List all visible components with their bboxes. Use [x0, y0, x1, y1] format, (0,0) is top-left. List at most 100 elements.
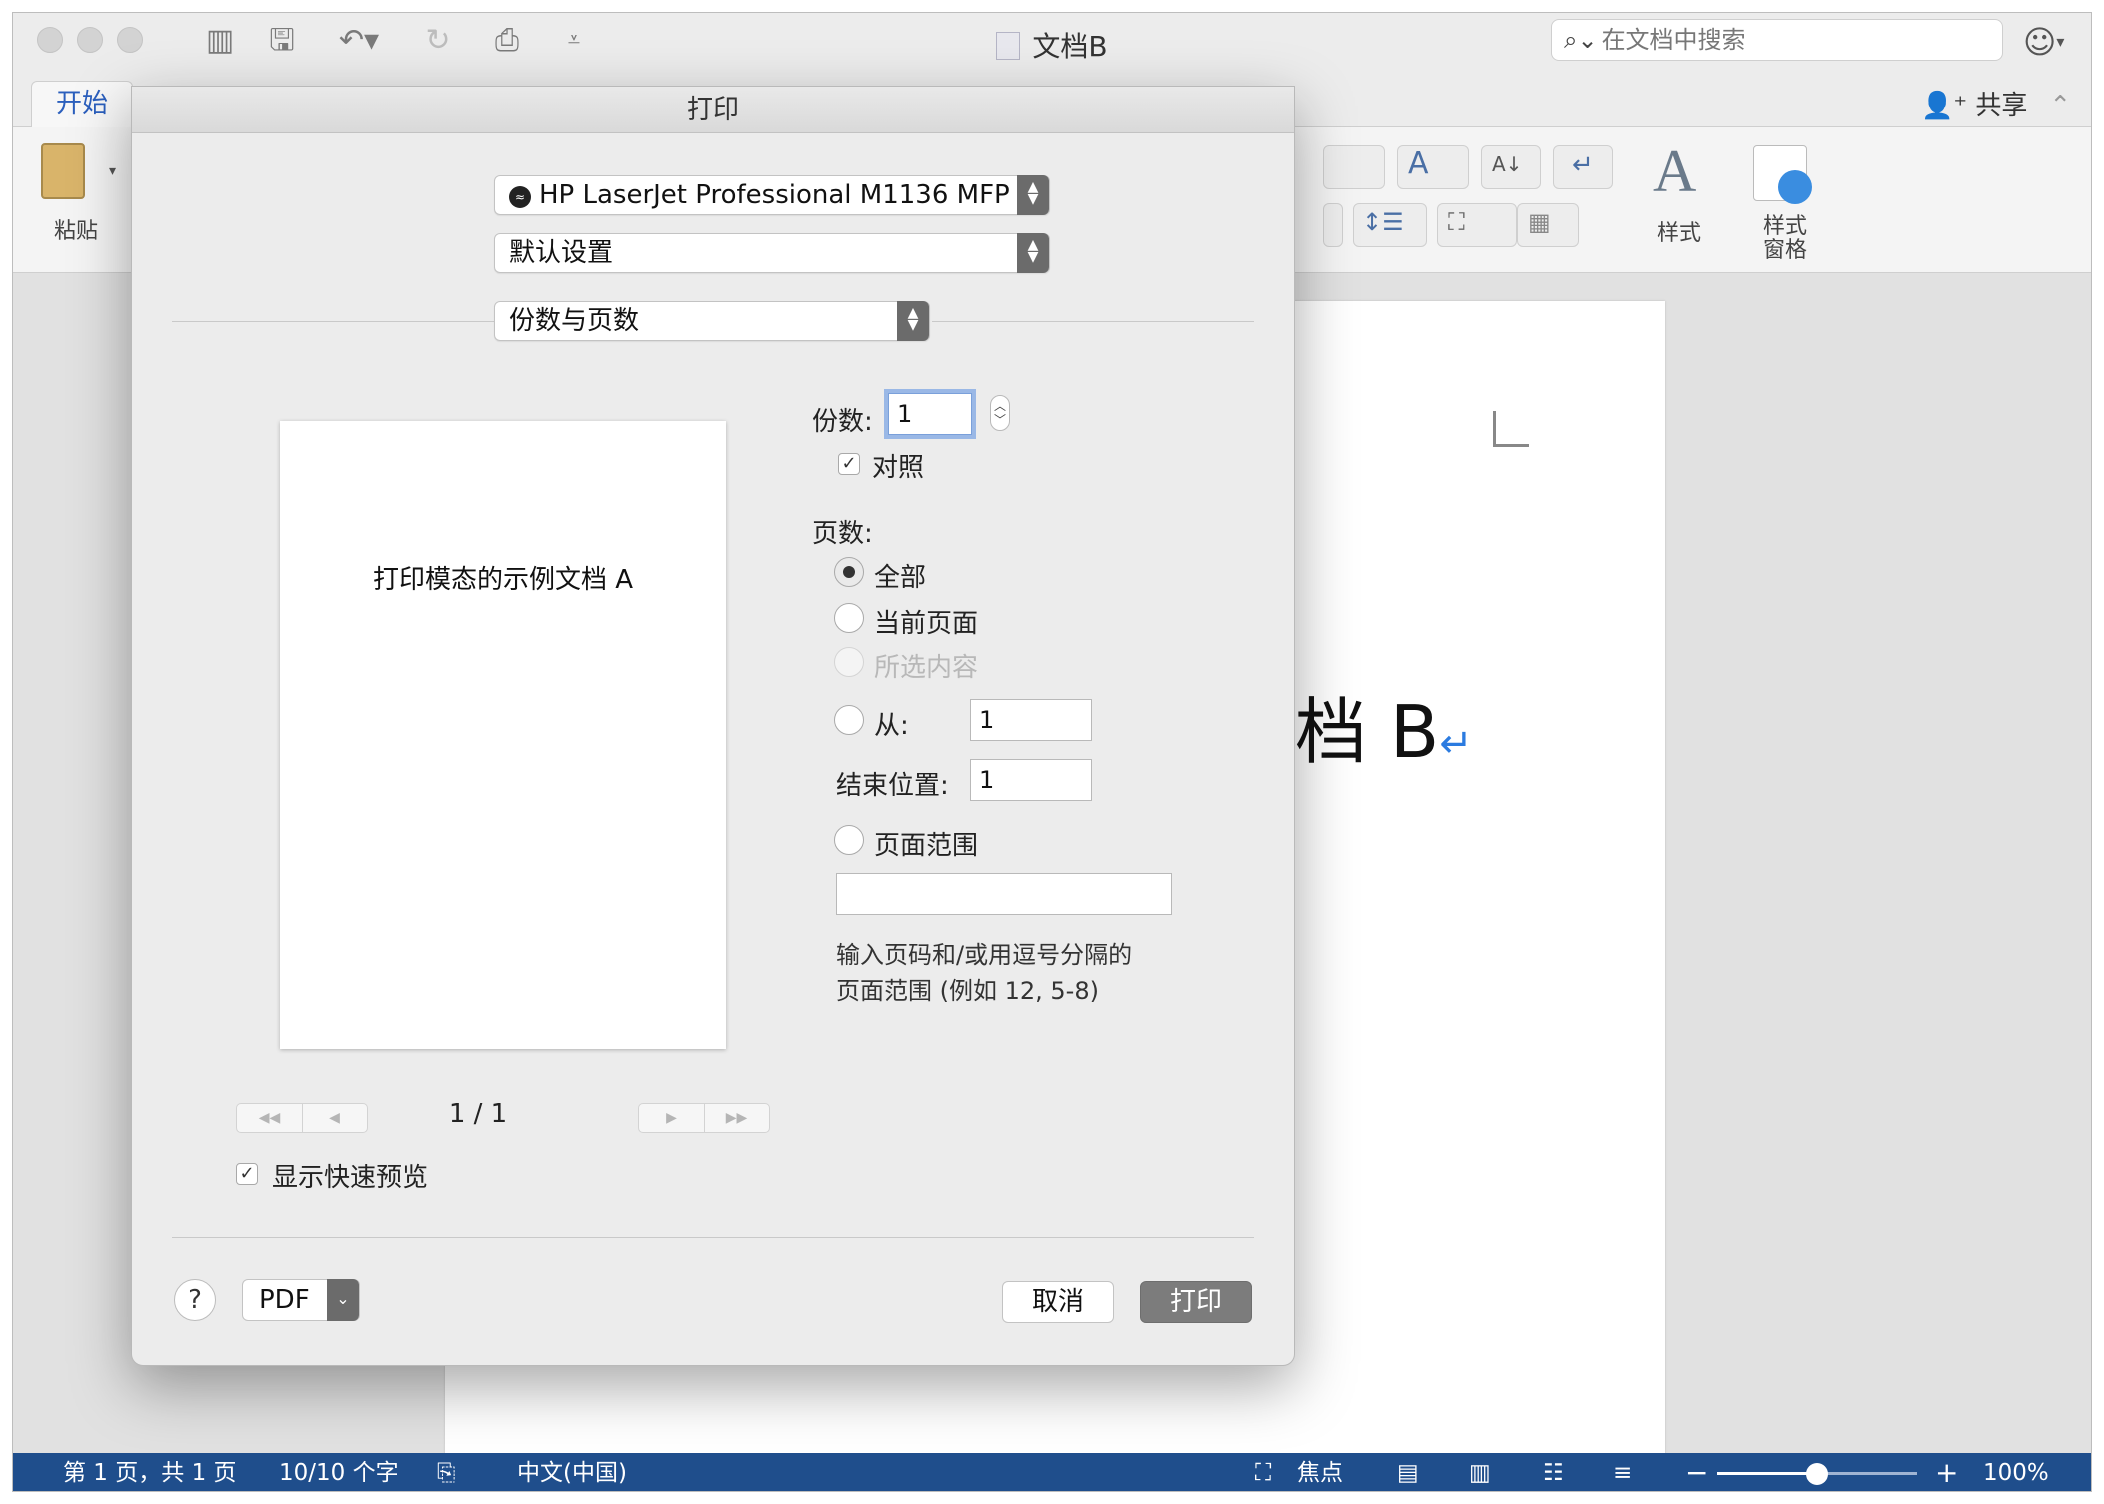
section-select[interactable]: 份数与页数 ▲ ▼ [494, 301, 930, 341]
preview-page-indicator: 1 / 1 [448, 1099, 508, 1129]
borders-button[interactable]: ▦ [1517, 203, 1579, 247]
styles-pane-label: 样式 窗格 [1755, 215, 1815, 263]
focus-mode-icon[interactable]: ⛶ [1255, 1453, 1271, 1491]
feedback-smiley-icon[interactable]: ☺▾ [2023, 23, 2064, 61]
zoom-slider[interactable] [1717, 1463, 1917, 1485]
section-divider-right [932, 321, 1254, 322]
web-layout-view-icon[interactable]: ▥ [1469, 1453, 1491, 1491]
indent-increase-button[interactable] [1323, 145, 1385, 189]
add-person-icon: 👤⁺ [1921, 91, 1976, 121]
paste-dropdown-icon[interactable]: ▾ [109, 163, 116, 179]
document-title-text: 文档B [1032, 30, 1108, 63]
pages-current-radio[interactable] [834, 603, 864, 633]
printer-select[interactable]: ≈ HP LaserJet Professional M1136 MFP ▲ ▼ [494, 175, 1050, 215]
print-dialog-title: 打印 [132, 87, 1294, 133]
sort-az-icon: A↓ [1492, 152, 1523, 176]
section-select-arrows-icon: ▲ ▼ [897, 301, 929, 341]
sort-button[interactable]: A↓ [1481, 145, 1541, 189]
zoom-percent[interactable]: 100% [1983, 1453, 2049, 1491]
paragraph-mark-icon: ↵ [1439, 721, 1473, 767]
border-partial-button[interactable] [1323, 203, 1343, 247]
page-info[interactable]: 第 1 页，共 1 页 [63, 1453, 237, 1491]
help-button[interactable]: ? [174, 1279, 216, 1321]
pages-selection-label: 所选内容 [874, 653, 979, 683]
print-button[interactable]: 打印 [1140, 1281, 1252, 1323]
page-range-input[interactable] [836, 873, 1172, 915]
styles-pane-icon[interactable] [1753, 145, 1812, 204]
pdf-label: PDF [259, 1285, 310, 1315]
word-doc-icon [996, 32, 1021, 60]
cancel-button[interactable]: 取消 [1002, 1281, 1114, 1323]
styles-pane-label-line2: 窗格 [1762, 238, 1807, 263]
document-heading[interactable]: 档 B↵ [1295, 673, 1473, 778]
pdf-menu-button[interactable]: PDF ⌄ [242, 1279, 360, 1321]
presets-value: 默认设置 [509, 238, 614, 268]
focus-label[interactable]: 焦点 [1297, 1453, 1343, 1491]
proofing-book-icon[interactable]: ⎘ [437, 1453, 455, 1491]
pages-label: 页数: [812, 519, 873, 549]
pages-current-label[interactable]: 当前页面 [874, 603, 978, 640]
copies-label: 份数: [812, 407, 873, 437]
checkmark-icon: ✓ [239, 1163, 255, 1184]
section-value: 份数与页数 [509, 306, 640, 336]
presets-select[interactable]: 默认设置 ▲ ▼ [494, 233, 1050, 273]
show-preview-checkbox[interactable]: ✓ [236, 1163, 258, 1185]
next-page-icon[interactable]: ▶ [639, 1104, 704, 1132]
margin-corner-marker [1493, 411, 1529, 447]
preview-nav-forward-group: ▶ ▶▶ [638, 1103, 770, 1133]
draft-view-icon[interactable]: ≡ [1613, 1453, 1632, 1491]
pages-all-label[interactable]: 全部 [874, 557, 926, 594]
tab-home[interactable]: 开始 [31, 81, 133, 129]
footer-divider [172, 1237, 1254, 1238]
collate-label[interactable]: 对照 [872, 447, 924, 484]
stepper-up-icon[interactable]: ︿ [994, 399, 1006, 413]
copies-stepper[interactable]: ︿ ﹀ [990, 395, 1010, 431]
pages-from-label[interactable]: 从: [874, 705, 909, 742]
first-page-icon[interactable]: ◀◀ [237, 1104, 302, 1132]
printer-value: HP LaserJet Professional M1136 MFP [539, 180, 1010, 210]
zoom-slider-knob[interactable] [1806, 1463, 1828, 1485]
print-preview-page: 打印模态的示例文档 A [280, 421, 726, 1049]
paste-icon[interactable] [41, 143, 85, 199]
pages-range-label[interactable]: 页面范围 [874, 825, 978, 862]
share-button[interactable]: 👤⁺ 共享 ⌃ [1921, 85, 2071, 122]
zoom-out-icon[interactable]: − [1685, 1453, 1708, 1491]
preview-nav-back-group: ◀◀ ◀ [236, 1103, 368, 1133]
previous-page-icon[interactable]: ◀ [302, 1104, 367, 1132]
pages-range-radio[interactable] [834, 825, 864, 855]
outline-view-icon[interactable]: ☷ [1543, 1453, 1564, 1491]
change-case-button[interactable]: A [1397, 145, 1469, 189]
zoom-slider-fill [1717, 1472, 1817, 1475]
page-range-hint-line2: 页面范围 (例如 12, 5-8) [836, 977, 1099, 1005]
shading-button[interactable]: ⛶ [1437, 203, 1517, 247]
document-heading-text: 档 B [1295, 690, 1440, 774]
pages-selection-radio [834, 647, 864, 677]
stepper-down-icon[interactable]: ﹀ [994, 413, 1006, 427]
to-page-label: 结束位置: [836, 771, 949, 801]
collapse-ribbon-icon[interactable]: ⌃ [2049, 91, 2071, 121]
show-preview-label[interactable]: 显示快速预览 [272, 1157, 428, 1194]
borders-icon: ▦ [1528, 208, 1551, 236]
from-page-input[interactable]: 1 [970, 699, 1092, 741]
show-marks-button[interactable]: ↵ [1553, 145, 1613, 189]
pages-from-radio[interactable] [834, 705, 864, 735]
copies-input[interactable]: 1 [888, 393, 972, 435]
pages-all-radio[interactable] [834, 557, 864, 587]
printer-status-icon: ≈ [509, 186, 531, 208]
section-divider-left [172, 321, 494, 322]
font-a-icon: A [1408, 146, 1429, 181]
styles-icon[interactable]: A [1653, 137, 1696, 206]
styles-label: 样式 [1656, 221, 1701, 246]
print-dialog: 打印 打印机： ≈HP LaserJet Professional M1136 … [131, 86, 1295, 1366]
zoom-in-icon[interactable]: + [1935, 1453, 1958, 1491]
last-page-icon[interactable]: ▶▶ [704, 1104, 769, 1132]
search-placeholder: 在文档中搜索 [1601, 26, 1746, 54]
search-field[interactable]: ⌕⌄ 在文档中搜索 [1551, 19, 2003, 61]
to-page-input[interactable]: 1 [970, 759, 1092, 801]
print-layout-view-icon[interactable]: ▤ [1397, 1453, 1419, 1491]
language[interactable]: 中文(中国) [517, 1453, 627, 1491]
line-spacing-button[interactable]: ↕☰ [1353, 203, 1427, 247]
paste-label: 粘贴 [53, 219, 98, 244]
word-count[interactable]: 10/10 个字 [279, 1453, 399, 1491]
collate-checkbox[interactable]: ✓ [838, 453, 860, 475]
